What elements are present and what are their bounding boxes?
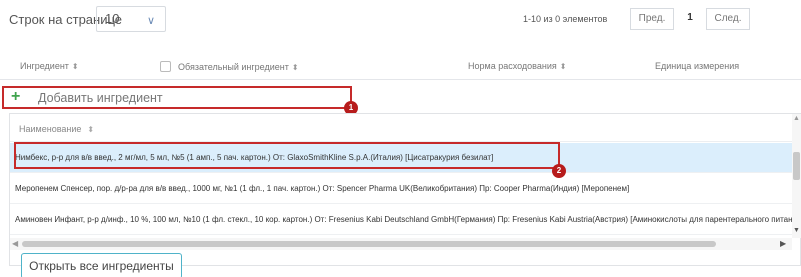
column-header-name-label: Наименование — [19, 124, 82, 134]
dropdown-option[interactable]: Меропенем Спенсер, пор. д/р-ра для в/в в… — [10, 174, 792, 204]
scroll-down-icon[interactable]: ▼ — [793, 227, 800, 234]
vertical-scrollbar[interactable]: ▲ ▼ — [792, 114, 801, 238]
prev-page-button[interactable]: Пред. — [630, 8, 674, 30]
sort-icon: ⬍ — [71, 62, 79, 71]
scroll-left-icon[interactable]: ◀ — [12, 239, 18, 248]
chevron-down-icon: ∨ — [146, 15, 155, 27]
dropdown-option[interactable]: Аминовен Инфант, р-р д/инф., 10 %, 100 м… — [10, 205, 792, 235]
pager-info: 1-10 из 0 элементов — [523, 14, 608, 24]
annotation-highlight-2 — [14, 142, 560, 169]
dropdown-header: Наименование ⬍ — [10, 114, 792, 142]
column-header-norm[interactable]: Норма расходования ⬍ — [468, 61, 566, 71]
sort-icon: ⬍ — [291, 63, 299, 72]
column-header-mandatory[interactable]: Обязательный ингредиент ⬍ — [160, 61, 299, 72]
scroll-right-icon[interactable]: ▶ — [780, 239, 786, 248]
ingredient-dropdown: Наименование ⬍ Нимбекс, р-р для в/в введ.… — [9, 113, 801, 266]
horizontal-scrollbar[interactable]: ◀ ▶ — [10, 238, 792, 250]
column-header-ingredient[interactable]: Ингредиент ⬍ — [20, 61, 79, 71]
sort-icon: ⬍ — [559, 62, 567, 71]
column-header-unit: Единица измерения — [655, 61, 740, 71]
sort-icon: ⬍ — [87, 125, 95, 134]
rows-per-page-select[interactable]: 10 ∨ — [96, 6, 166, 32]
column-header-mandatory-label: Обязательный ингредиент — [178, 62, 289, 72]
scroll-up-icon[interactable]: ▲ — [793, 115, 800, 122]
mandatory-checkbox[interactable] — [160, 61, 171, 72]
column-header-ingredient-label: Ингредиент — [20, 61, 69, 71]
column-header-norm-label: Норма расходования — [468, 61, 557, 71]
annotation-badge-2: 2 — [552, 164, 566, 178]
pager-bar: Строк на странице 10 ∨ 1-10 из 0 элемент… — [0, 0, 801, 40]
scrollbar-thumb[interactable] — [793, 152, 800, 180]
current-page-button[interactable]: 1 — [677, 8, 703, 30]
rows-per-page-value: 10 — [105, 11, 120, 26]
next-page-button[interactable]: След. — [706, 8, 750, 30]
open-all-ingredients-button[interactable]: Открыть все ингредиенты — [21, 253, 182, 277]
column-header-name[interactable]: Наименование ⬍ — [19, 124, 94, 134]
table-header: Ингредиент ⬍ Обязательный ингредиент ⬍ Нор… — [0, 52, 801, 80]
annotation-highlight-1 — [2, 86, 352, 109]
scrollbar-thumb[interactable] — [22, 241, 716, 247]
